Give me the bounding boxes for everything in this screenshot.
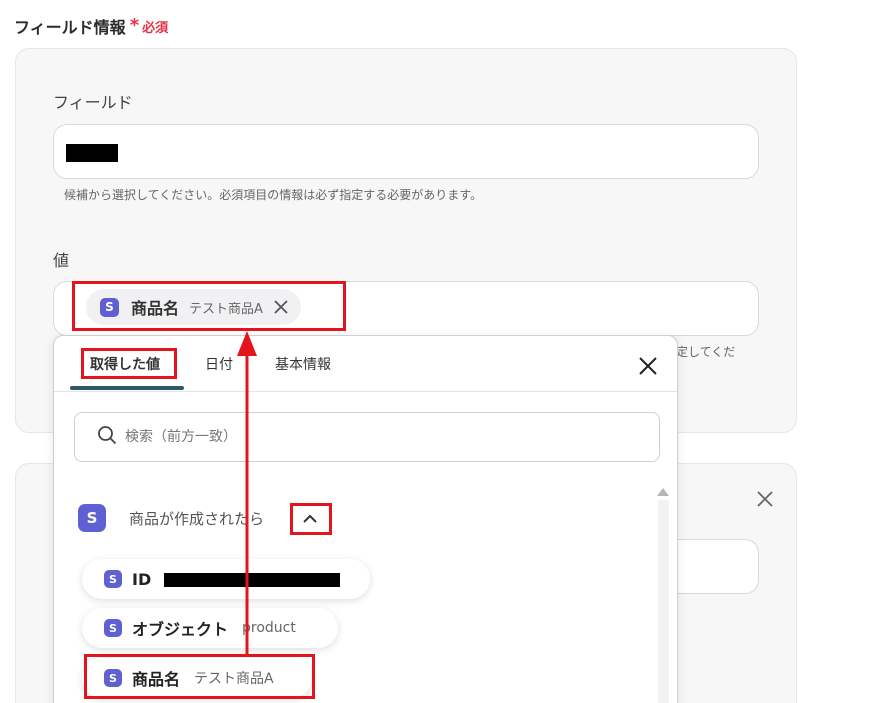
group-header[interactable]: S 商品が作成されたら (78, 504, 264, 532)
highlight-acquired-tab (81, 348, 177, 379)
scrollbar-track[interactable] (658, 500, 669, 703)
item-name: オブジェクト (132, 620, 229, 639)
field-hint: 候補から選択してください。必須項目の情報は必ず指定する必要があります。 (64, 188, 483, 202)
search-input[interactable] (125, 429, 605, 445)
remove-card-icon[interactable] (756, 490, 774, 512)
value-picker-panel: 取得した値 日付 基本情報 S 商品が作成されたら S ID S オブジェクト … (53, 335, 678, 703)
service-s-icon: S (104, 570, 122, 588)
close-icon[interactable] (638, 356, 658, 380)
service-s-icon: S (78, 504, 106, 532)
value-label: 値 (53, 251, 70, 270)
list-item-object[interactable]: S オブジェクト product (82, 608, 338, 648)
redacted-id-value (164, 573, 340, 587)
list-item-id[interactable]: S ID (82, 559, 370, 599)
section-title: フィールド情報 * 必須 (14, 14, 168, 38)
item-name: ID (132, 569, 152, 589)
scroll-up-icon[interactable] (657, 488, 669, 496)
item-value: product (242, 620, 296, 636)
redacted-field-value (66, 144, 118, 162)
required-text: 必須 (142, 20, 169, 36)
tab-basic-info[interactable]: 基本情報 (275, 354, 331, 374)
required-badge: * 必須 (130, 17, 168, 36)
field-label: フィールド (53, 93, 133, 112)
value-hint: 定してくだ (676, 345, 736, 359)
asterisk-icon: * (129, 15, 140, 36)
group-title: 商品が作成されたら (129, 509, 265, 528)
search-box[interactable] (74, 412, 660, 462)
highlight-chevron (290, 503, 332, 535)
tabs-divider (54, 391, 677, 392)
highlight-value-chip (72, 281, 346, 331)
active-tab-indicator (70, 386, 184, 390)
section-title-text: フィールド情報 (14, 18, 126, 37)
search-icon (97, 425, 117, 449)
highlight-product-name-item (84, 654, 315, 699)
tab-date[interactable]: 日付 (205, 354, 233, 374)
service-s-icon: S (104, 619, 122, 637)
field-input[interactable] (53, 124, 759, 179)
